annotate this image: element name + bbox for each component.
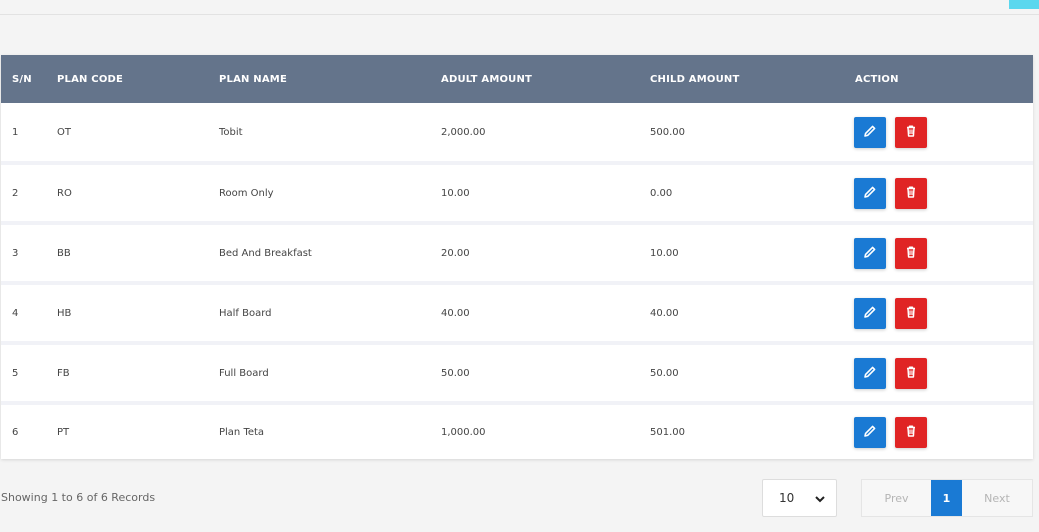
cell-plan-name: Full Board: [219, 367, 269, 379]
chevron-down-icon: [815, 496, 825, 503]
table-row: 6 PT Plan Teta 1,000.00 501.00: [1, 403, 1033, 459]
header-plan-name: PLAN NAME: [219, 73, 287, 85]
page-1-button[interactable]: 1: [931, 480, 962, 516]
cell-adult-amount: 10.00: [441, 187, 470, 199]
cell-sn: 1: [12, 126, 19, 138]
cell-plan-code: PT: [57, 426, 70, 438]
delete-button[interactable]: [895, 237, 927, 269]
cell-plan-code: RO: [57, 187, 72, 199]
pencil-icon: [863, 124, 877, 141]
cell-adult-amount: 1,000.00: [441, 426, 486, 438]
table-header: S/N PLAN CODE PLAN NAME ADULT AMOUNT CHI…: [1, 55, 1033, 103]
cell-adult-amount: 50.00: [441, 367, 470, 379]
cell-child-amount: 10.00: [650, 247, 679, 259]
cell-sn: 3: [12, 247, 19, 259]
table-row: 1 OT Tobit 2,000.00 500.00: [1, 103, 1033, 163]
next-button[interactable]: Next: [962, 480, 1032, 516]
cell-actions: [844, 223, 1033, 283]
cell-plan-code: FB: [57, 367, 70, 379]
cell-actions: [844, 343, 1033, 403]
page-size-select[interactable]: 10: [762, 479, 837, 517]
cell-plan-name: Plan Teta: [219, 426, 265, 438]
pencil-icon: [863, 185, 877, 202]
pencil-icon: [863, 365, 877, 382]
cell-sn: 2: [12, 187, 19, 199]
edit-button[interactable]: [854, 116, 886, 148]
cell-actions: [844, 103, 1033, 163]
cell-sn: 6: [12, 426, 19, 438]
pencil-icon: [863, 424, 877, 441]
cell-actions: [844, 283, 1033, 343]
header-sn: S/N: [12, 73, 32, 85]
cell-adult-amount: 20.00: [441, 247, 470, 259]
delete-button[interactable]: [895, 357, 927, 389]
trash-icon: [904, 305, 918, 322]
edit-button[interactable]: [854, 177, 886, 209]
edit-button[interactable]: [854, 416, 886, 448]
cell-plan-code: BB: [57, 247, 71, 259]
header-plan-code: PLAN CODE: [57, 73, 124, 85]
pencil-icon: [863, 245, 877, 262]
cell-adult-amount: 2,000.00: [441, 126, 486, 138]
cell-child-amount: 0.00: [650, 187, 673, 199]
header-adult-amount: ADULT AMOUNT: [441, 73, 533, 85]
cell-plan-name: Half Board: [219, 307, 272, 319]
top-bar: [0, 0, 1039, 15]
delete-button[interactable]: [895, 116, 927, 148]
cell-child-amount: 501.00: [650, 426, 685, 438]
cell-plan-code: HB: [57, 307, 72, 319]
delete-button[interactable]: [895, 416, 927, 448]
cell-plan-code: OT: [57, 126, 71, 138]
cell-plan-name: Bed And Breakfast: [219, 247, 312, 259]
cell-adult-amount: 40.00: [441, 307, 470, 319]
records-info: Showing 1 to 6 of 6 Records: [1, 491, 156, 504]
cell-sn: 5: [12, 367, 19, 379]
plans-table-container: S/N PLAN CODE PLAN NAME ADULT AMOUNT CHI…: [1, 55, 1033, 459]
trash-icon: [904, 424, 918, 441]
cell-actions: [844, 163, 1033, 223]
edit-button[interactable]: [854, 297, 886, 329]
cell-child-amount: 500.00: [650, 126, 685, 138]
table-row: 5 FB Full Board 50.00 50.00: [1, 343, 1033, 403]
trash-icon: [904, 245, 918, 262]
top-accent-strip: [1009, 0, 1039, 9]
delete-button[interactable]: [895, 297, 927, 329]
cell-child-amount: 40.00: [650, 307, 679, 319]
page-size-value: 10: [779, 491, 795, 505]
trash-icon: [904, 365, 918, 382]
header-action: ACTION: [855, 73, 899, 85]
cell-sn: 4: [12, 307, 19, 319]
prev-button[interactable]: Prev: [862, 480, 931, 516]
cell-plan-name: Room Only: [219, 187, 274, 199]
cell-actions: [844, 403, 1033, 459]
table-body: 1 OT Tobit 2,000.00 500.00 2 RO Room Only 10.00 0…: [1, 103, 1033, 459]
cell-child-amount: 50.00: [650, 367, 679, 379]
pagination: Prev 1 Next: [861, 479, 1033, 517]
table-row: 3 BB Bed And Breakfast 20.00 10.00: [1, 223, 1033, 283]
edit-button[interactable]: [854, 357, 886, 389]
table-row: 4 HB Half Board 40.00 40.00: [1, 283, 1033, 343]
table-row: 2 RO Room Only 10.00 0.00: [1, 163, 1033, 223]
cell-plan-name: Tobit: [219, 126, 243, 138]
edit-button[interactable]: [854, 237, 886, 269]
trash-icon: [904, 185, 918, 202]
header-child-amount: CHILD AMOUNT: [650, 73, 740, 85]
trash-icon: [904, 124, 918, 141]
delete-button[interactable]: [895, 177, 927, 209]
pencil-icon: [863, 305, 877, 322]
plans-table: S/N PLAN CODE PLAN NAME ADULT AMOUNT CHI…: [1, 55, 1033, 459]
